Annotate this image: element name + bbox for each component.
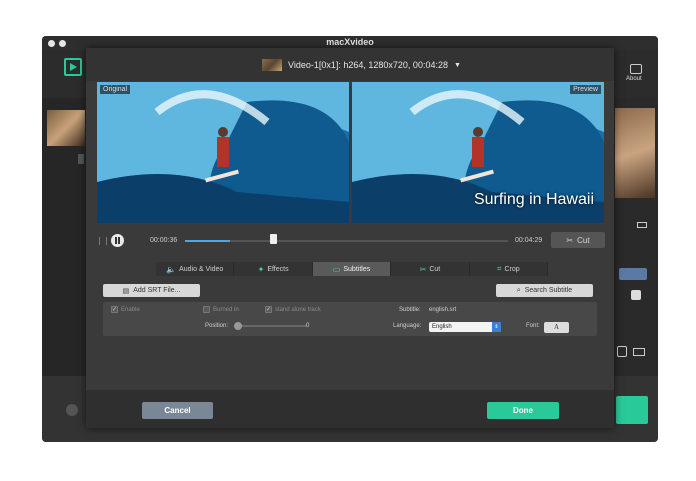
done-button[interactable]: Done [487,402,559,419]
subtitle-settings-panel: ✓ Enable Burned in ✓ stand alone track S… [103,302,597,336]
tab-label: Effects [267,265,289,273]
wand-icon: ✦ [257,264,265,274]
search-icon: ⌕ [516,286,521,294]
position-slider-knob[interactable] [234,322,242,330]
tab-effects[interactable]: ✦ Effects [234,262,313,276]
cut-button[interactable]: ✂ Cut [551,232,605,248]
original-label: Original [100,85,131,94]
speaker-icon: 🔈 [166,264,177,274]
scissors-icon: ✂ [566,235,574,245]
current-time: 00:00:36 [150,237,178,244]
tab-cut[interactable]: ✂ Cut [391,262,470,276]
thumb-handle [78,154,84,164]
preview-label: Preview [570,85,601,94]
playback-controls: 00:00:36 00:04:29 ✂ Cut [86,229,614,253]
seek-progress [185,240,231,242]
folder-open-icon[interactable] [633,348,645,356]
stepper-icon[interactable] [617,346,627,357]
app-logo-icon [64,58,82,76]
output-thumbnail [615,108,655,198]
about-label[interactable]: About [626,76,642,82]
options-button[interactable] [619,268,647,280]
scissors-icon: ✂ [419,264,427,274]
subtitle-overlay-text: Surfing in Hawaii [473,191,594,208]
crop-icon: ⌗ [496,264,502,273]
checkbox-icon [203,306,210,313]
position-value: 0 [306,323,310,329]
total-time: 00:04:29 [515,237,543,244]
dialog-header: Video-1[0x1]: h264, 1280x720, 00:04:28 ▼ [86,48,614,81]
about-icon[interactable] [630,64,642,74]
video-track-label: Video-1[0x1]: h264, 1280x720, 00:04:28 [288,60,448,70]
add-srt-label: Add SRT File... [133,287,181,294]
video-track-thumbnail [262,59,282,71]
language-select[interactable]: English ⇕ [429,322,501,332]
run-button[interactable] [616,396,648,424]
burned-in-checkbox[interactable]: Burned in [203,306,239,313]
select-arrows-icon: ⇕ [492,322,501,332]
language-value: English [432,324,452,330]
font-label: Font: [526,323,540,329]
stand-alone-checkbox[interactable]: ✓ stand alone track [265,306,321,313]
pause-button[interactable] [111,234,124,247]
search-subtitle-label: Search Subtitle [524,287,573,294]
cut-button-label: Cut [577,235,590,245]
seek-handle[interactable] [270,234,278,244]
dialog-footer: Cancel Done [86,390,614,428]
video-thumbnail[interactable] [47,110,85,146]
dropdown-chevron-icon[interactable] [631,290,641,300]
seek-track[interactable] [185,240,508,242]
search-subtitle-button[interactable]: ⌕ Search Subtitle [496,284,593,297]
folder-icon[interactable] [637,222,647,228]
font-button[interactable]: A [544,322,569,333]
video-track-select[interactable]: Video-1[0x1]: h264, 1280x720, 00:04:28 ▼ [262,57,461,73]
subtitle-editor-dialog: Video-1[0x1]: h264, 1280x720, 00:04:28 ▼… [86,48,614,428]
chevron-down-icon: ▼ [453,61,461,69]
tab-crop[interactable]: ⌗ Crop [469,262,549,276]
subtitle-file-label: Subtitle: [399,307,421,313]
file-icon: ▤ [122,287,130,295]
language-label: Language: [393,323,422,329]
original-preview: Original [97,82,349,223]
tab-audio-video[interactable]: 🔈 Audio & Video [156,262,235,276]
cancel-button[interactable]: Cancel [142,402,213,419]
enable-checkbox[interactable]: ✓ Enable [111,306,140,313]
burned-in-label: Burned in [213,306,239,313]
subtitles-icon: ▭ [332,264,341,274]
stand-alone-label: stand alone track [275,306,321,313]
subtitle-file-value: english.srt [429,307,457,313]
checkbox-checked-icon: ✓ [265,306,272,313]
tab-label: Subtitles [343,265,371,273]
checkbox-checked-icon: ✓ [111,306,118,313]
tab-label: Cut [429,265,441,273]
editor-tabs: 🔈 Audio & Video ✦ Effects ▭ Subtitles ✂ Cut ⌗ Cro… [156,262,549,276]
output-preview: Preview Surfing in Hawaii [352,82,604,223]
tab-label: Audio & Video [179,265,224,273]
tab-label: Crop [504,265,520,273]
enable-label: Enable [121,306,140,313]
position-label: Position: [205,323,229,329]
grip-icon [99,237,107,245]
position-slider[interactable] [237,325,307,327]
window-title: macXvideo [326,37,374,47]
back-icon[interactable] [66,404,78,416]
tab-subtitles[interactable]: ▭ Subtitles [312,262,392,276]
add-srt-button[interactable]: ▤ Add SRT File... [103,284,200,297]
